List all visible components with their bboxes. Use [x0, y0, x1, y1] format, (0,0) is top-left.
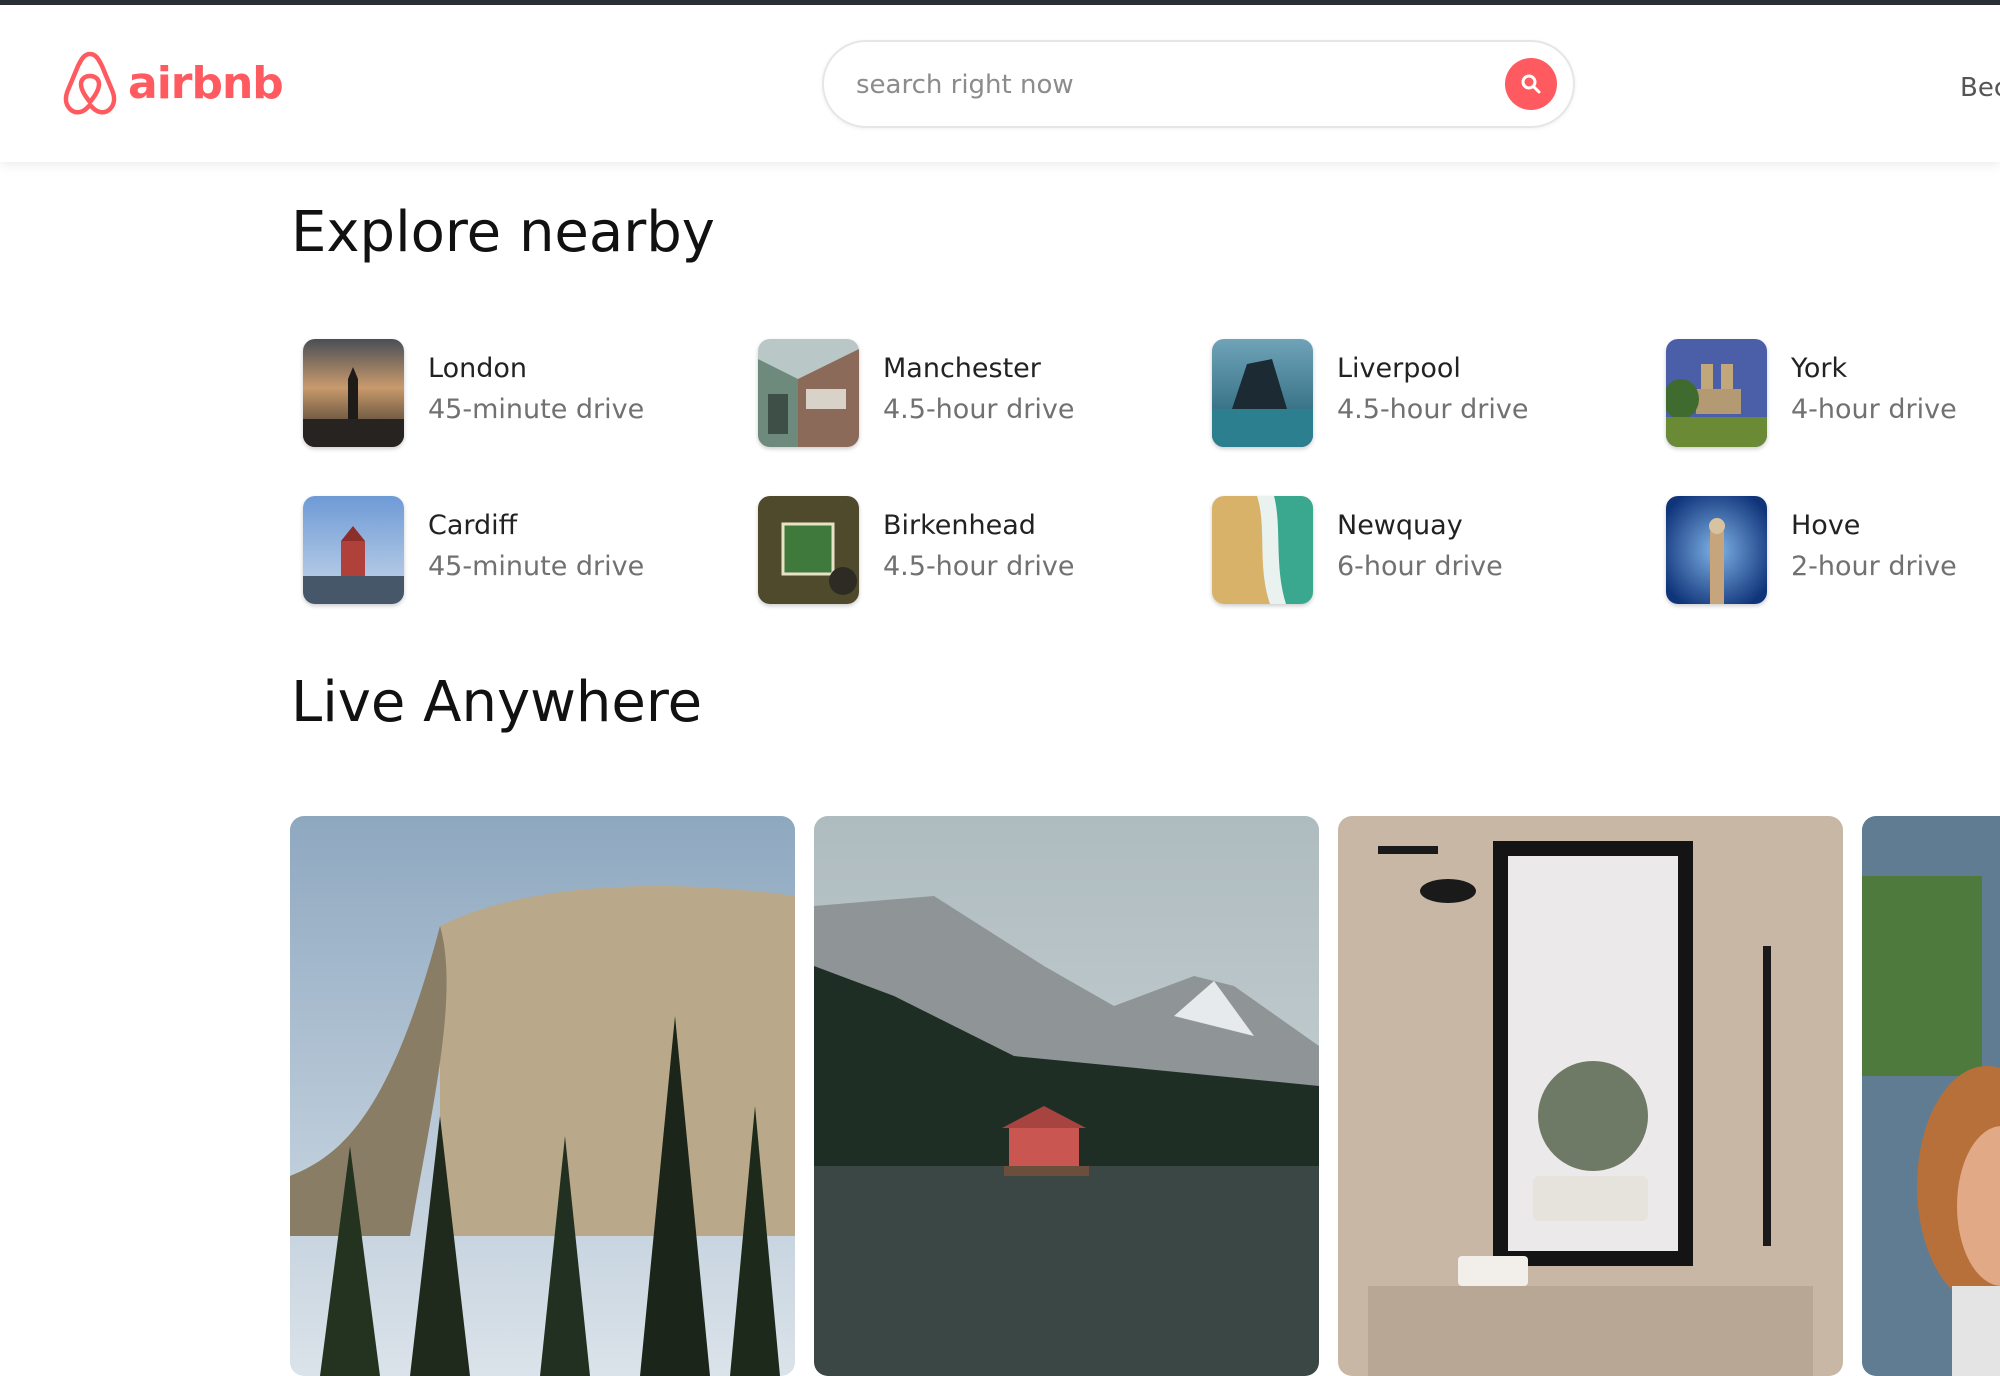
live-card-image — [1338, 816, 1843, 1376]
place-card-cardiff[interactable]: Cardiff 45-minute drive — [303, 495, 743, 605]
place-drive-time: 4.5-hour drive — [883, 394, 1075, 425]
place-thumbnail — [303, 496, 404, 604]
live-card-unique-stays[interactable] — [814, 816, 1319, 1376]
place-name: Hove — [1791, 510, 1861, 541]
place-thumbnail — [758, 339, 859, 447]
place-card-manchester[interactable]: Manchester 4.5-hour drive — [758, 338, 1198, 448]
site-header: airbnb Bec — [0, 5, 2000, 162]
place-thumbnail — [303, 339, 404, 447]
place-name: London — [428, 353, 527, 384]
place-name: Birkenhead — [883, 510, 1036, 541]
live-card-image — [290, 816, 795, 1376]
search-input[interactable] — [854, 60, 1478, 110]
nav-become-host-link[interactable]: Bec — [1960, 73, 2000, 103]
live-card-image — [814, 816, 1319, 1376]
search-bar — [822, 40, 1575, 128]
live-anywhere-row — [290, 816, 2000, 1376]
place-name: Newquay — [1337, 510, 1463, 541]
place-thumbnail — [1666, 496, 1767, 604]
place-card-newquay[interactable]: Newquay 6-hour drive — [1212, 495, 1652, 605]
place-drive-time: 4-hour drive — [1791, 394, 1957, 425]
place-name: Liverpool — [1337, 353, 1461, 384]
airbnb-logo-icon — [63, 51, 117, 115]
logo-wordmark: airbnb — [128, 57, 284, 109]
place-name: Cardiff — [428, 510, 518, 541]
live-card-image — [1862, 816, 2000, 1376]
place-card-hove[interactable]: Hove 2-hour drive — [1666, 495, 2000, 605]
live-card-outdoor-getaways[interactable] — [290, 816, 795, 1376]
place-drive-time: 4.5-hour drive — [1337, 394, 1529, 425]
search-button[interactable] — [1505, 58, 1557, 110]
place-card-london[interactable]: London 45-minute drive — [303, 338, 743, 448]
place-drive-time: 4.5-hour drive — [883, 551, 1075, 582]
place-card-york[interactable]: York 4-hour drive — [1666, 338, 2000, 448]
explore-nearby-grid: London 45-minute drive Manchester 4.5-ho… — [303, 338, 2000, 608]
place-drive-time: 45-minute drive — [428, 394, 645, 425]
explore-nearby-title: Explore nearby — [291, 200, 715, 265]
place-thumbnail — [758, 496, 859, 604]
place-drive-time: 2-hour drive — [1791, 551, 1957, 582]
airbnb-logo[interactable]: airbnb — [60, 48, 284, 118]
search-icon — [1521, 74, 1541, 94]
place-drive-time: 45-minute drive — [428, 551, 645, 582]
place-thumbnail — [1212, 339, 1313, 447]
place-thumbnail — [1212, 496, 1313, 604]
place-thumbnail — [1666, 339, 1767, 447]
live-card-entire-homes[interactable] — [1338, 816, 1843, 1376]
place-card-liverpool[interactable]: Liverpool 4.5-hour drive — [1212, 338, 1652, 448]
place-name: York — [1791, 353, 1848, 384]
live-anywhere-title: Live Anywhere — [291, 670, 703, 735]
place-card-birkenhead[interactable]: Birkenhead 4.5-hour drive — [758, 495, 1198, 605]
place-name: Manchester — [883, 353, 1041, 384]
place-drive-time: 6-hour drive — [1337, 551, 1503, 582]
live-card-pets-allowed[interactable] — [1862, 816, 2000, 1376]
